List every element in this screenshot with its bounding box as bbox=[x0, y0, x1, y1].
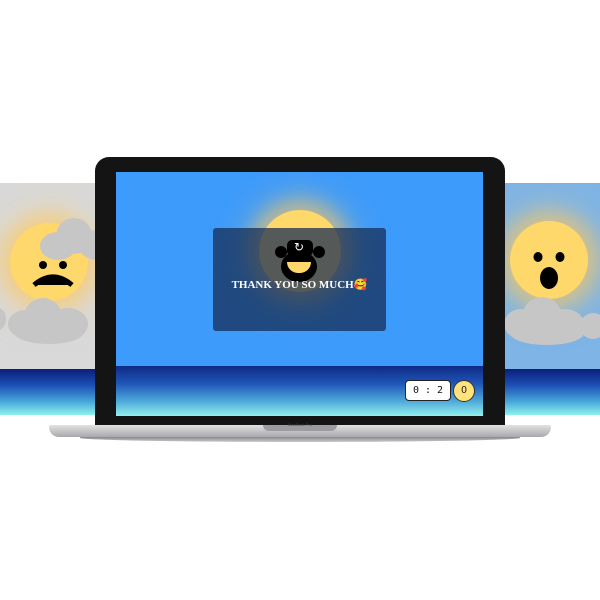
face-ear-right bbox=[313, 246, 325, 258]
refresh-icon[interactable]: ↻ bbox=[290, 240, 308, 254]
laptop-base-shadow bbox=[80, 437, 520, 442]
coin-counter: 0 bbox=[453, 380, 475, 402]
laptop-brand-label: MacBook Pro bbox=[287, 422, 312, 427]
thank-you-message: THANK YOU SO MUCH🥰 bbox=[231, 279, 368, 291]
thank-you-modal: ↻ THANK YOU SO MUCH🥰 bbox=[213, 228, 386, 331]
score-display: 0 : 2 bbox=[405, 380, 451, 401]
surprised-face-icon bbox=[533, 252, 565, 289]
game-screen[interactable]: ↻ THANK YOU SO MUCH🥰 0 : 2 0 bbox=[116, 172, 483, 416]
surprised-sun bbox=[510, 221, 588, 299]
